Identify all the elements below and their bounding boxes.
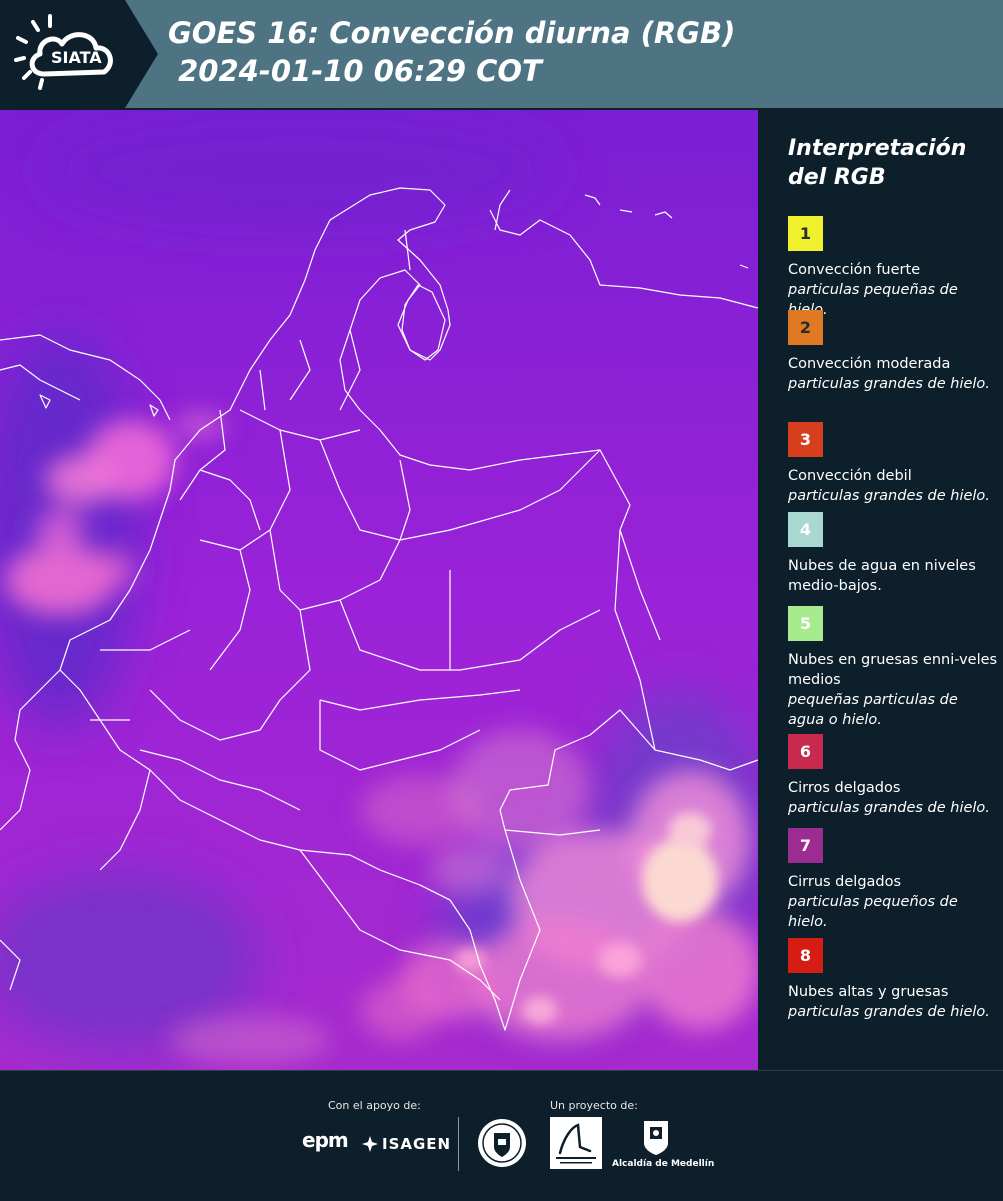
legend-swatch-2: 2 xyxy=(788,310,823,345)
legend-label-1: Convección fuerte xyxy=(788,262,921,278)
legend-swatch-5: 5 xyxy=(788,606,823,641)
legend-item-8: 8 Nubes altas y gruesas particulas grand… xyxy=(788,938,998,1022)
legend-swatch-8: 8 xyxy=(788,938,823,973)
isagen-logo-text: ISAGEN xyxy=(382,1135,452,1153)
legend-sub-2: particulas grandes de hielo. xyxy=(788,376,990,392)
satellite-map xyxy=(0,110,758,1070)
medellin-logo-text: Alcaldía de Medellín xyxy=(612,1159,715,1169)
footer-bar: Con el apoyo de: Un proyecto de: epm ISA… xyxy=(0,1070,1003,1201)
isagen-logo: ISAGEN xyxy=(360,1134,450,1154)
legend-swatch-6: 6 xyxy=(788,734,823,769)
legend-item-4: 4 Nubes de agua en niveles medio-bajos. xyxy=(788,512,998,596)
legend-label-2: Convección moderada xyxy=(788,356,951,372)
legend-label-4: Nubes de agua en niveles medio-bajos. xyxy=(788,558,976,594)
legend-panel: Interpretación del RGB 1 Convección fuer… xyxy=(758,108,1003,1070)
siata-logo: SIATA xyxy=(0,0,160,108)
area-metropolitana-logo-icon xyxy=(550,1117,602,1169)
siata-logo-graphic: SIATA xyxy=(0,0,158,108)
footer-divider xyxy=(458,1117,459,1171)
legend-label-3: Convección debil xyxy=(788,468,912,484)
legend-swatch-7: 7 xyxy=(788,828,823,863)
medellin-university-seal-icon xyxy=(478,1119,526,1167)
project-caption: Un proyecto de: xyxy=(550,1099,638,1112)
legend-item-6: 6 Cirros delgados particulas grandes de … xyxy=(788,734,998,818)
legend-item-1: 1 Convección fuerte particulas pequeñas … xyxy=(788,216,998,320)
legend-item-3: 3 Convección debil particulas grandes de… xyxy=(788,422,998,506)
epm-logo: epm xyxy=(302,1128,349,1152)
support-caption: Con el apoyo de: xyxy=(328,1099,421,1112)
legend-item-5: 5 Nubes en gruesas enni-veles medios peq… xyxy=(788,606,998,730)
legend-label-6: Cirros delgados xyxy=(788,780,901,796)
legend-sub-7: particulas pequeños de hielo. xyxy=(788,894,958,930)
legend-swatch-1: 1 xyxy=(788,216,823,251)
legend-item-7: 7 Cirrus delgados particulas pequeños de… xyxy=(788,828,998,932)
title-line-1: GOES 16: Convección diurna (RGB) xyxy=(168,16,736,50)
siata-logo-text: SIATA xyxy=(51,48,102,67)
satellite-rgb-image xyxy=(0,110,758,1070)
isagen-mark-icon xyxy=(362,1136,378,1152)
header-bar: SIATA GOES 16: Convección diurna (RGB) 2… xyxy=(0,0,1003,108)
legend-title: Interpretación del RGB xyxy=(788,136,967,190)
title-line-2: 2024-01-10 06:29 COT xyxy=(168,54,542,88)
legend-sub-8: particulas grandes de hielo. xyxy=(788,1004,990,1020)
legend-swatch-3: 3 xyxy=(788,422,823,457)
legend-item-2: 2 Convección moderada particulas grandes… xyxy=(788,310,998,394)
legend-swatch-4: 4 xyxy=(788,512,823,547)
page-title: GOES 16: Convección diurna (RGB) 2024-01… xyxy=(168,14,735,90)
legend-label-8: Nubes altas y gruesas xyxy=(788,984,949,1000)
legend-sub-6: particulas grandes de hielo. xyxy=(788,800,990,816)
alcaldia-medellin-crest-icon xyxy=(644,1121,668,1155)
legend-sub-5: pequeñas particulas de agua o hielo. xyxy=(788,692,958,728)
legend-sub-3: particulas grandes de hielo. xyxy=(788,488,990,504)
legend-label-5: Nubes en gruesas enni-veles medios xyxy=(788,652,998,688)
legend-label-7: Cirrus delgados xyxy=(788,874,902,890)
